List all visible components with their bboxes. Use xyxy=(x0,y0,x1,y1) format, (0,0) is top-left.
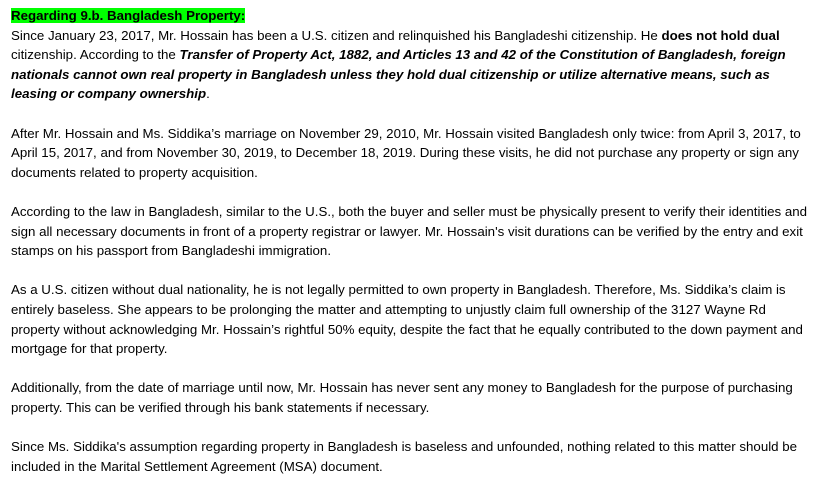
paragraph-law: According to the law in Bangladesh, simi… xyxy=(11,203,808,259)
paragraph-conclusion: Since Ms. Siddika's assumption regarding… xyxy=(11,439,798,474)
para1-text-2: citizenship. According to the xyxy=(11,47,180,63)
section-block: Regarding 9.b. Bangladesh Property: Sinc… xyxy=(11,6,811,104)
section-heading: Regarding 9.b. Bangladesh Property: xyxy=(11,8,246,23)
para1-text-1: Since January 23, 2017, Mr. Hossain has … xyxy=(11,27,662,43)
paragraph-money: Additionally, from the date of marriage … xyxy=(11,380,793,415)
para1-bold-phrase: does not hold dual xyxy=(661,27,780,43)
document-body: Regarding 9.b. Bangladesh Property: Sinc… xyxy=(11,6,811,496)
paragraph-visits: After Mr. Hossain and Ms. Siddika’s marr… xyxy=(11,125,801,180)
paragraph-citizenship: As a U.S. citizen without dual nationali… xyxy=(11,282,803,357)
para1-text-3: . xyxy=(206,86,210,102)
